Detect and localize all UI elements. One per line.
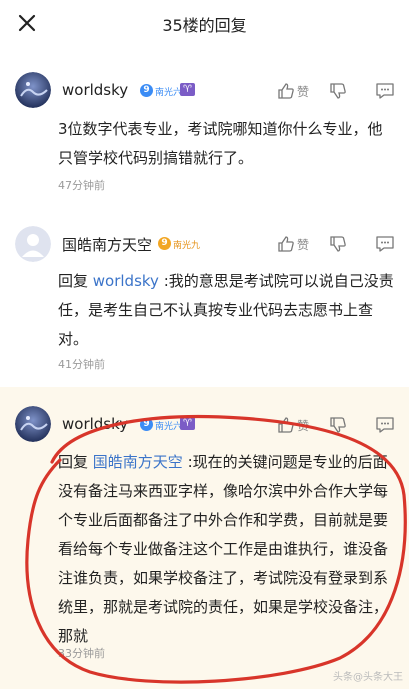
avatar[interactable] <box>15 72 51 108</box>
avatar[interactable] <box>15 406 51 442</box>
mention-link[interactable]: worldsky <box>93 272 159 290</box>
level-name: 南光九 <box>173 241 201 251</box>
level-name: 南光六 <box>155 88 183 98</box>
reply-text: 回复 worldsky :我的意思是考试院可以说自己没责任，是考生自己不认真按专… <box>58 267 394 354</box>
zodiac-icon: ♈ <box>180 83 195 96</box>
username[interactable]: 国皓南方天空 <box>62 234 152 255</box>
zodiac-icon: ♈ <box>180 417 195 430</box>
thumb-down-icon <box>330 83 346 99</box>
avatar[interactable] <box>15 226 51 262</box>
comment-button[interactable] <box>375 233 395 255</box>
timestamp: 41分钟前 <box>58 358 105 371</box>
level-badge: 9 <box>140 84 153 97</box>
thumb-down-icon <box>330 417 346 433</box>
reply-prefix: 回复 <box>58 272 93 290</box>
comment-button[interactable] <box>375 80 395 102</box>
dislike-button[interactable] <box>329 414 347 436</box>
comment-icon <box>376 417 394 433</box>
dislike-button[interactable] <box>329 233 347 255</box>
reply-text: 回复 国皓南方天空 :现在的关键问题是专业的后面没有备注马来西亚字样，像哈尔滨中… <box>58 448 394 651</box>
action-bar: 赞 <box>277 80 395 102</box>
top-bar: 35楼的回复 <box>0 0 409 46</box>
reply-text: 3位数字代表专业，考试院哪知道你什么专业，他只管学校代码别搞错就行了。 <box>58 120 383 167</box>
like-label: 赞 <box>297 238 310 252</box>
watermark: 头条@头条大王 <box>333 672 403 683</box>
comment-button[interactable] <box>375 414 395 436</box>
like-button[interactable]: 赞 <box>277 80 319 102</box>
like-button[interactable]: 赞 <box>277 414 319 436</box>
timestamp: 47分钟前 <box>58 179 105 192</box>
reply-prefix: 回复 <box>58 453 93 471</box>
level-badge: 9 <box>140 418 153 431</box>
like-label: 赞 <box>297 419 310 433</box>
thumb-up-icon <box>278 83 294 99</box>
reply-item: worldsky 9 南光六 ♈ 赞 回复 国皓南方天空 :现在的关键问题是专业… <box>0 394 409 689</box>
action-bar: 赞 <box>277 414 395 436</box>
like-button[interactable]: 赞 <box>277 233 319 255</box>
reply-item: 国皓南方天空 9 南光九 赞 回复 worldsky :我的意思是考试院可以说自… <box>0 214 409 384</box>
action-bar: 赞 <box>277 233 395 255</box>
mention-link[interactable]: 国皓南方天空 <box>93 453 183 471</box>
timestamp: 33分钟前 <box>58 647 105 660</box>
reply-body: :现在的关键问题是专业的后面没有备注马来西亚字样，像哈尔滨中外合作大学每个专业后… <box>58 453 389 645</box>
thumb-up-icon <box>278 236 294 252</box>
level-badge: 9 <box>158 237 171 250</box>
page-title: 35楼的回复 <box>162 16 247 35</box>
comment-icon <box>376 236 394 252</box>
username[interactable]: worldsky <box>62 81 128 99</box>
comment-icon <box>376 83 394 99</box>
like-label: 赞 <box>297 85 310 99</box>
thumb-up-icon <box>278 417 294 433</box>
level-name: 南光六 <box>155 422 183 432</box>
reply-item: worldsky 9 南光六 ♈ 赞 3位数字代表专业，考试院哪知道你什么专业，… <box>0 60 409 200</box>
thumb-down-icon <box>330 236 346 252</box>
dislike-button[interactable] <box>329 80 347 102</box>
username[interactable]: worldsky <box>62 415 128 433</box>
